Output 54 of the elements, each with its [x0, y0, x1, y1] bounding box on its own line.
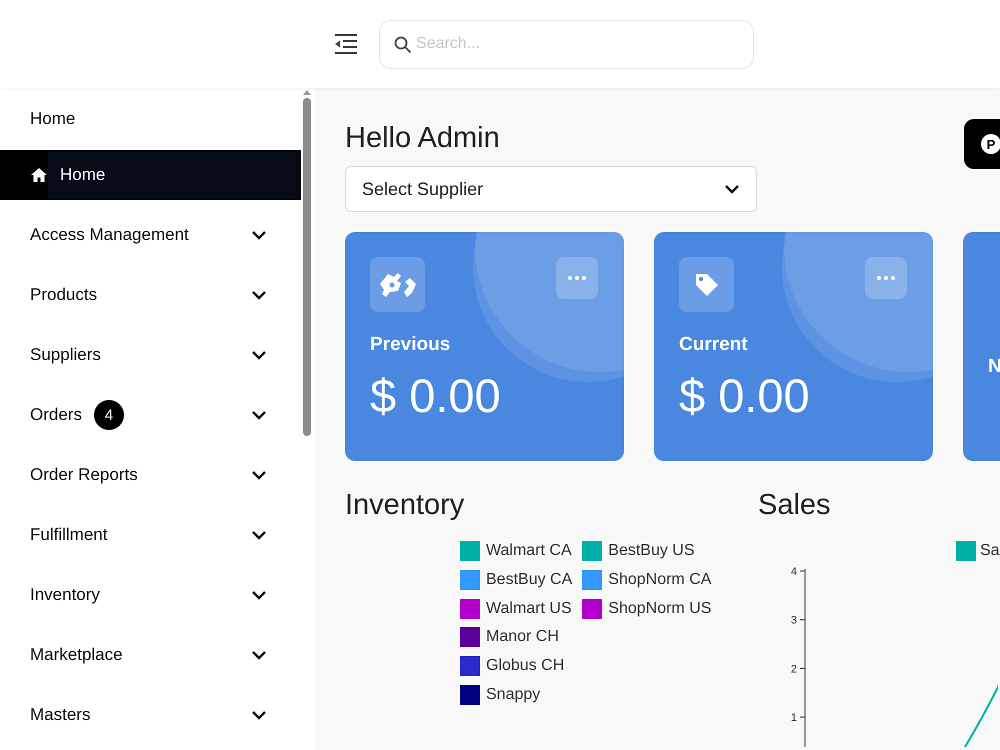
- chevron-down-icon: [251, 650, 267, 660]
- legend-label: Sa: [980, 542, 1000, 560]
- chevron-down-icon: [251, 230, 267, 240]
- sales-line: [964, 682, 998, 747]
- search-icon: [394, 36, 412, 54]
- supplier-select[interactable]: Select Supplier: [345, 166, 757, 212]
- legend-label: ShopNorm CA: [608, 571, 712, 590]
- legend-label: ShopNorm US: [608, 600, 712, 618]
- more-button[interactable]: [556, 257, 598, 299]
- chevron-down-icon: [251, 470, 267, 480]
- chevron-down-icon: [251, 590, 267, 600]
- scroll-up-icon[interactable]: [303, 90, 311, 95]
- sidebar-item[interactable]: Access Management: [0, 205, 301, 265]
- legend-label: Walmart US: [486, 600, 572, 618]
- sidebar-item[interactable]: Suppliers: [0, 325, 301, 385]
- scrollbar-thumb[interactable]: [303, 98, 311, 436]
- home-icon: [30, 167, 48, 183]
- card-value: $ 0.00: [679, 368, 811, 423]
- sidebar-item[interactable]: Masters: [0, 685, 301, 745]
- legend-label: Walmart CA: [486, 542, 572, 560]
- chevron-down-icon: [251, 410, 267, 420]
- tag-icon: [679, 257, 734, 312]
- card-title: Current: [679, 334, 749, 356]
- tick-label: 3: [790, 614, 797, 627]
- menu-collapse-icon[interactable]: [333, 31, 359, 57]
- sidebar-item[interactable]: Fulfillment: [0, 505, 301, 565]
- section-title: Sales: [758, 488, 832, 523]
- sidebar-item[interactable]: Products: [0, 265, 301, 325]
- more-button[interactable]: [865, 257, 907, 299]
- sidebar-item[interactable]: Order Reports: [0, 445, 301, 505]
- card-value: $ 0.00: [370, 368, 502, 423]
- legend-label: Snappy: [486, 686, 540, 704]
- sidebar-item[interactable]: Orders 4: [0, 385, 301, 445]
- sidebar-heading: Home: [29, 108, 76, 130]
- legend-label: BestBuy US: [608, 542, 695, 560]
- chevron-down-icon: [251, 710, 267, 720]
- sidebar-item[interactable]: Marketplace: [0, 625, 301, 685]
- profile-button[interactable]: P: [964, 119, 1000, 169]
- chevron-down-icon: [251, 530, 267, 540]
- greeting-title: Hello Admin: [345, 121, 500, 156]
- sidebar-item[interactable]: Inventory: [0, 565, 301, 625]
- chevron-down-icon: [251, 350, 267, 360]
- legend-label: Globus CH: [486, 657, 564, 676]
- chevron-down-icon: [251, 290, 267, 300]
- count-badge: 4: [94, 400, 124, 430]
- legend-label: Manor CH: [486, 628, 559, 646]
- card-title: Previous: [370, 334, 452, 356]
- legend-label: BestBuy CA: [486, 571, 572, 590]
- tick-label: 4: [790, 566, 797, 578]
- tick-label: 2: [790, 663, 797, 676]
- chevron-down-icon: [724, 184, 740, 194]
- section-title: Inventory: [345, 488, 466, 523]
- tick-label: 1: [790, 712, 797, 724]
- sidebar-item[interactable]: Home: [0, 150, 301, 200]
